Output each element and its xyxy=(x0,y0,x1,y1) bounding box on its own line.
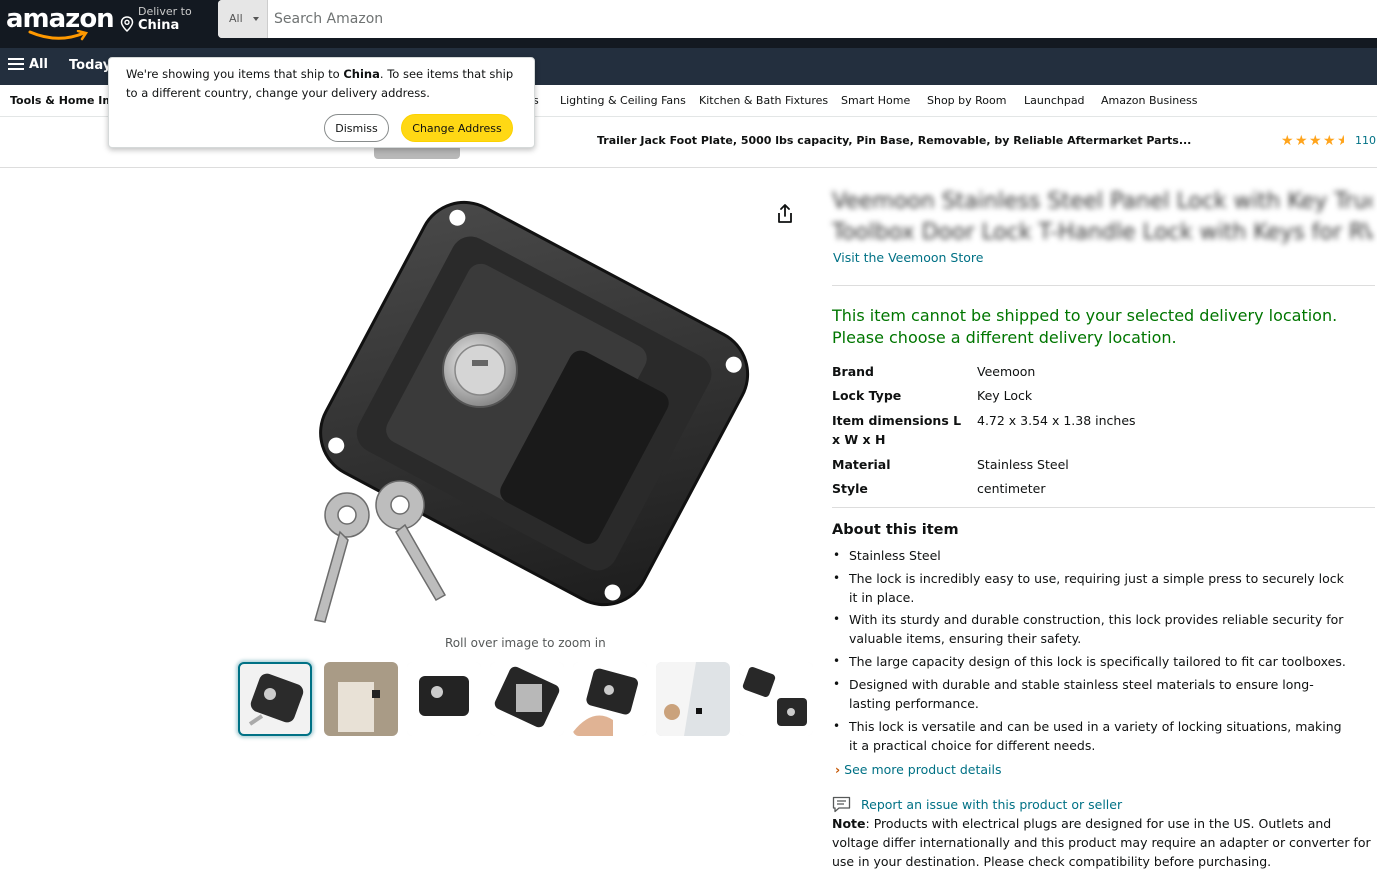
spec-value-style: centimeter xyxy=(977,481,1046,496)
popover-message: We're showing you items that ship to Chi… xyxy=(126,67,514,100)
list-item: Designed with durable and stable stainle… xyxy=(833,675,1349,713)
thumbnail-3[interactable] xyxy=(407,662,481,736)
spec-key-style: Style xyxy=(832,481,868,496)
search-input[interactable] xyxy=(274,0,1364,38)
list-item: This lock is versatile and can be used i… xyxy=(833,717,1349,755)
thumbnail-1[interactable] xyxy=(238,662,312,736)
zoom-hint: Roll over image to zoom in xyxy=(445,636,606,650)
hamburger-menu-icon xyxy=(8,58,24,71)
spec-key-lock-type: Lock Type xyxy=(832,388,902,403)
subnav-item-launchpad[interactable]: Launchpad xyxy=(1024,94,1085,107)
star-rating[interactable]: ★ ★ ★ ★ ★ xyxy=(1281,133,1351,149)
spec-value-dimensions: 4.72 x 3.54 x 1.38 inches xyxy=(977,413,1136,428)
thumbnail-7[interactable] xyxy=(739,662,813,736)
change-address-button[interactable]: Change Address xyxy=(401,114,513,142)
caret-down-icon xyxy=(253,17,259,21)
list-item: The lock is incredibly easy to use, requ… xyxy=(833,569,1349,607)
electrical-note: Note: Products with electrical plugs are… xyxy=(832,816,1371,869)
search-bar: All xyxy=(218,0,1377,38)
visit-store-link[interactable]: Visit the Veemoon Store xyxy=(833,250,983,265)
star-full-icon: ★ xyxy=(1295,133,1308,149)
deliver-to-country: China xyxy=(138,18,180,33)
deliver-to-label: Deliver to xyxy=(138,5,192,18)
delivery-location-popover: We're showing you items that ship to Chi… xyxy=(108,57,535,148)
divider xyxy=(832,507,1375,508)
smile-arrow-icon xyxy=(28,30,89,41)
spec-value-lock-type: Key Lock xyxy=(977,388,1033,403)
subnav-item-kitchen-bath[interactable]: Kitchen & Bath Fixtures xyxy=(699,94,828,107)
report-issue-link[interactable]: Report an issue with this product or sel… xyxy=(832,796,1122,813)
amazon-logo[interactable]: amazon xyxy=(6,4,115,41)
spec-key-material: Material xyxy=(832,457,891,472)
subnav-item-lighting[interactable]: Lighting & Ceiling Fans xyxy=(560,94,686,107)
star-full-icon: ★ xyxy=(1309,133,1322,149)
all-menu-button[interactable]: All xyxy=(8,57,48,72)
related-product-title[interactable]: Trailer Jack Foot Plate, 5000 lbs capaci… xyxy=(597,134,1191,147)
dismiss-button[interactable]: Dismiss xyxy=(324,114,389,142)
star-half-icon: ★ xyxy=(1337,133,1350,149)
top-nav-bar: amazon Deliver to China All xyxy=(0,0,1377,48)
list-item: The large capacity design of this lock i… xyxy=(833,652,1349,671)
subnav-item-smart-home[interactable]: Smart Home xyxy=(841,94,910,107)
about-this-item-heading: About this item xyxy=(832,522,959,538)
spec-value-brand: Veemoon xyxy=(977,364,1036,379)
report-flag-icon xyxy=(832,796,851,813)
spec-key-dimensions: Item dimensions L x W x H xyxy=(832,413,962,447)
spec-key-brand: Brand xyxy=(832,364,874,379)
list-item: Stainless Steel xyxy=(833,546,1349,565)
see-more-details-link[interactable]: › See more product details xyxy=(835,762,1002,777)
star-full-icon: ★ xyxy=(1323,133,1336,149)
thumbnail-6[interactable] xyxy=(656,662,730,736)
thumbnail-2[interactable] xyxy=(324,662,398,736)
shipping-warning: This item cannot be shipped to your sele… xyxy=(832,306,1338,347)
rating-count[interactable]: 110 xyxy=(1355,134,1376,147)
main-product-image[interactable] xyxy=(290,180,760,630)
product-title-blurred: Veemoon Stainless Steel Panel Lock with … xyxy=(832,189,1372,245)
thumbnail-5[interactable] xyxy=(573,662,647,736)
star-full-icon: ★ xyxy=(1281,133,1294,149)
chevron-right-icon: › xyxy=(835,762,841,777)
search-category-dropdown[interactable]: All xyxy=(218,0,268,38)
subnav-item-shop-by-room[interactable]: Shop by Room xyxy=(927,94,1006,107)
divider xyxy=(832,285,1375,286)
subnav-item-amazon-business[interactable]: Amazon Business xyxy=(1101,94,1197,107)
thumbnail-4[interactable] xyxy=(490,662,564,736)
spec-value-material: Stainless Steel xyxy=(977,457,1069,472)
list-item: With its sturdy and durable construction… xyxy=(833,610,1349,648)
share-icon[interactable] xyxy=(776,204,794,224)
location-pin-icon xyxy=(120,16,134,32)
